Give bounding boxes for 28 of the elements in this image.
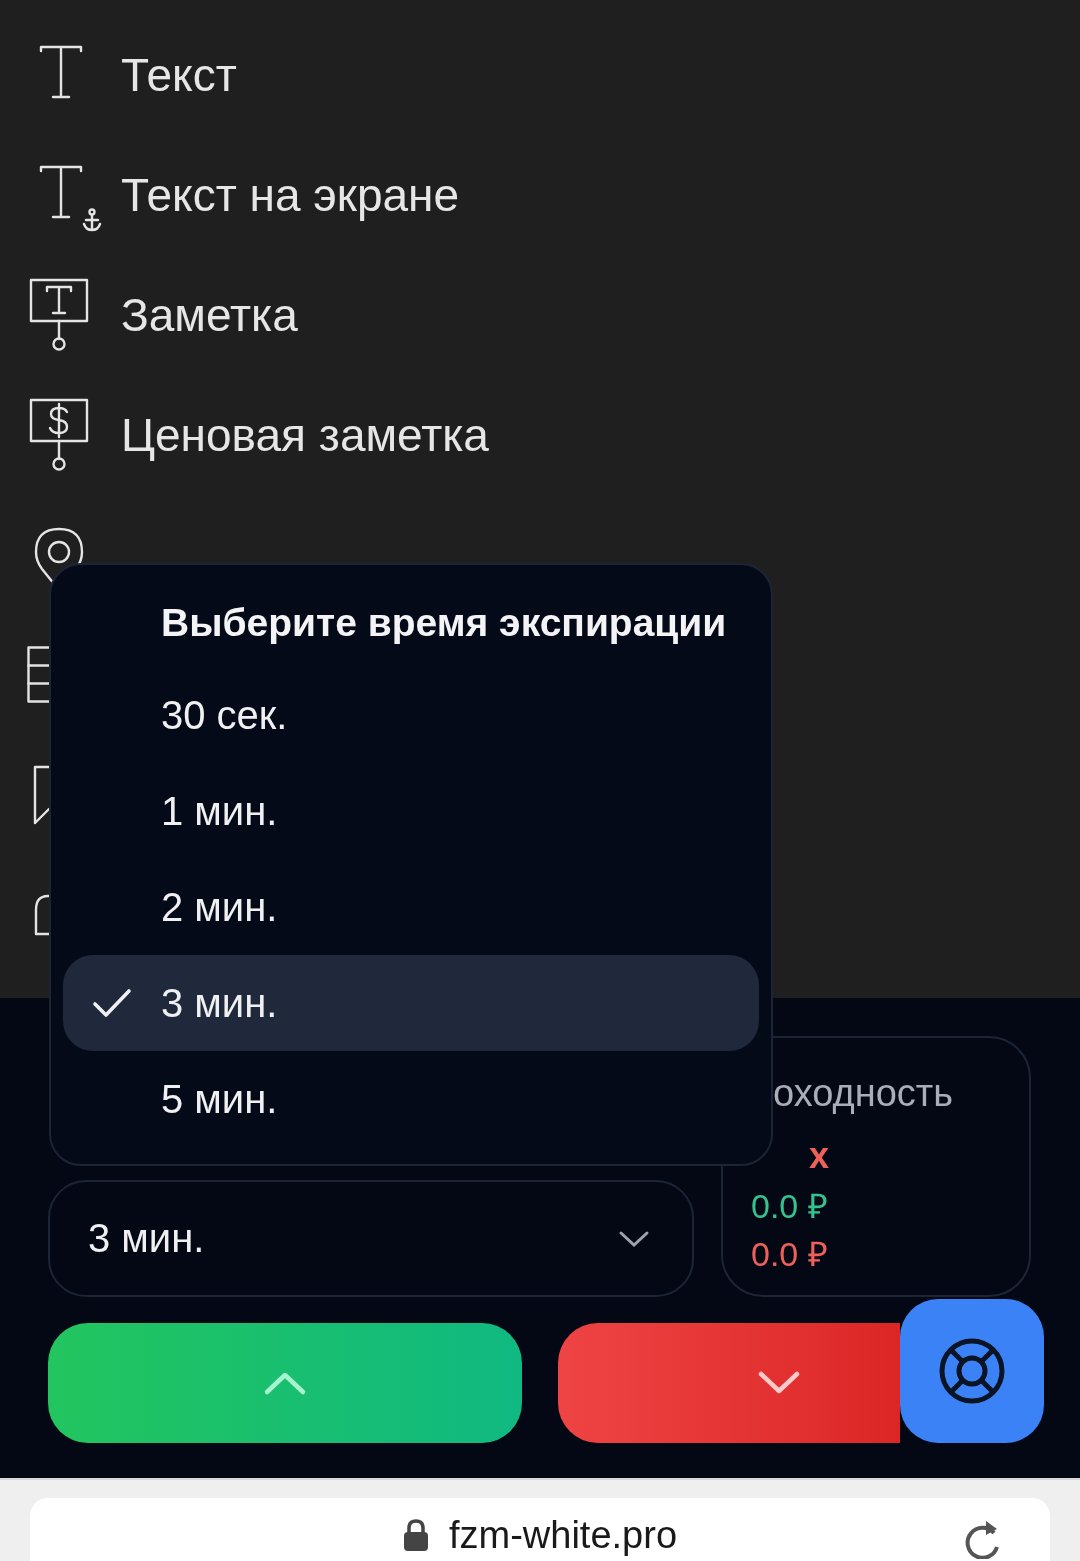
expiry-option[interactable]: 1 мин. [63, 763, 759, 859]
up-amount: 0.0 ₽ [751, 1186, 829, 1227]
down-amount: 0.0 ₽ [751, 1234, 829, 1275]
tool-label[interactable]: Текст [121, 48, 237, 102]
lifebuoy-icon [938, 1337, 1006, 1405]
chevron-up-icon [263, 1370, 307, 1396]
expiry-select[interactable]: 3 мин. [48, 1180, 694, 1297]
down-multiplier: x [809, 1135, 830, 1177]
shape-icon [34, 894, 52, 936]
flag-icon [33, 765, 51, 825]
address-bar[interactable]: fzm-white.pro [30, 1498, 1050, 1561]
note-icon [29, 277, 89, 353]
price-note-icon [29, 397, 89, 473]
tool-label[interactable]: Ценовая заметка [121, 408, 489, 462]
support-button[interactable] [900, 1299, 1044, 1443]
chevron-down-icon [757, 1370, 801, 1396]
expiry-option[interactable]: 3 мин. [63, 955, 759, 1051]
expiry-option[interactable]: 30 сек. [63, 667, 759, 763]
expiry-option[interactable]: 2 мин. [63, 859, 759, 955]
check-icon [92, 987, 132, 1019]
up-button[interactable] [48, 1323, 522, 1443]
url-text: fzm-white.pro [448, 1513, 678, 1557]
tool-label[interactable]: Заметка [121, 288, 298, 342]
tool-label[interactable]: Текст на экране [121, 168, 460, 222]
menu-title: Выберите время экспирации [160, 600, 728, 646]
yield-title: оходность [772, 1072, 955, 1116]
lock-icon [402, 1518, 429, 1552]
expiry-option[interactable]: 5 мин. [63, 1051, 759, 1147]
